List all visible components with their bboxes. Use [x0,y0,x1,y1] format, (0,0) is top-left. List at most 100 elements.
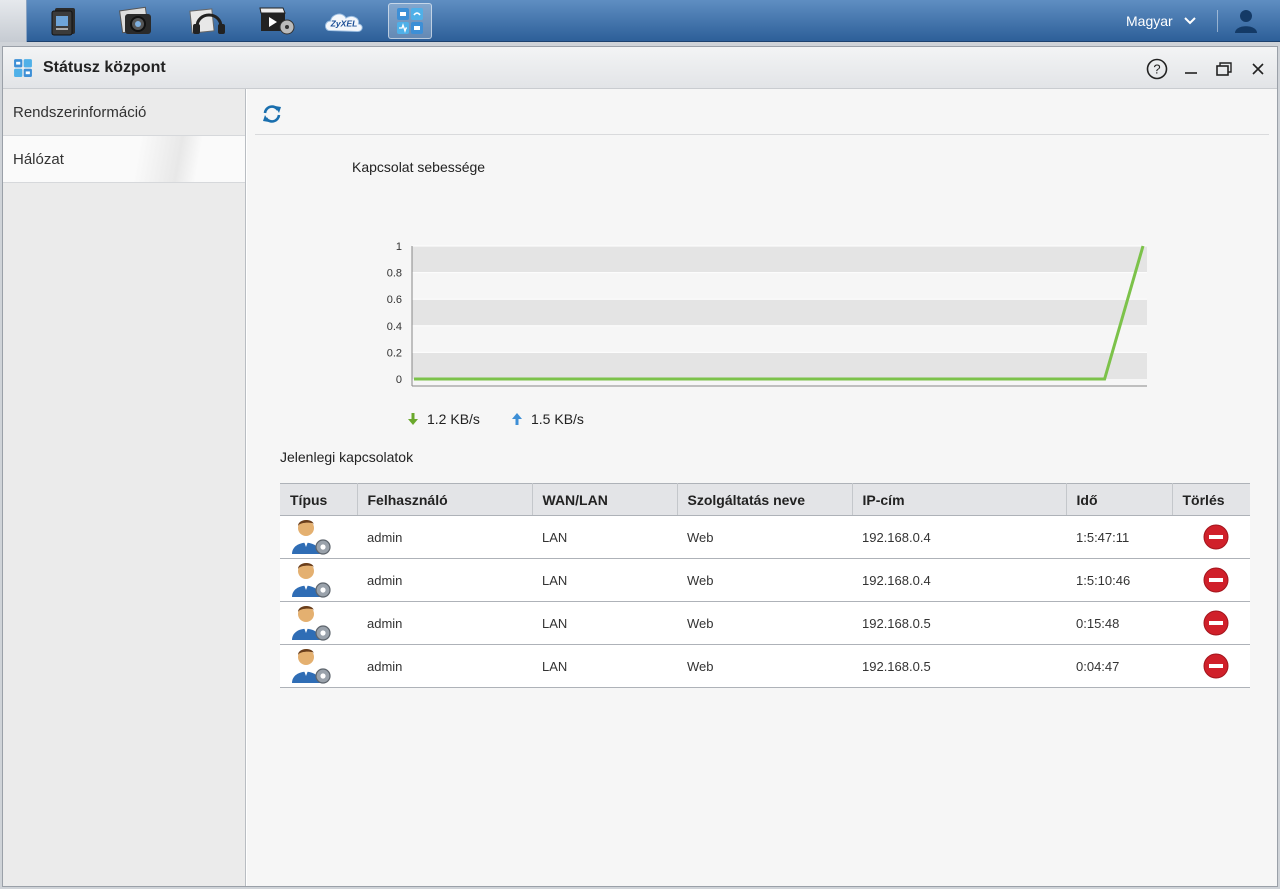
chart-y-tick-label: 0.8 [387,268,402,280]
cell-delete [1172,601,1250,645]
speed-chart: 1 0.8 0.6 0.4 0.2 0 [387,241,1147,387]
chart-y-tick-label: 0.4 [387,321,402,333]
cell-user: admin [357,515,532,559]
download-speed: 1.2 KB/s [427,411,480,427]
app-file-browser[interactable] [42,3,86,39]
language-label: Magyar [1126,13,1173,29]
chart-grid-band [412,272,1147,300]
admin-user-icon [292,648,331,684]
cell-wanlan: LAN [532,601,677,645]
app-zyxel-cloud[interactable]: ZyXEL [322,3,366,39]
cell-wanlan: LAN [532,644,677,688]
cell-user: admin [357,601,532,645]
taskbar-separator [1217,10,1218,32]
chart-y-tick-label: 0.2 [387,347,402,359]
delete-connection-icon[interactable] [1203,524,1229,550]
connections-title: Jelenlegi kapcsolatok [280,449,414,465]
column-header-time[interactable]: Idő [1066,483,1173,516]
taskbar-left-strip [0,0,27,42]
table-header-row: Típus Felhasználó WAN/LAN Szolgáltatás n… [280,483,1250,516]
minimize-button[interactable] [1180,58,1202,80]
status-center-window: Státusz központ ? Rendszerinformáció Hál… [2,46,1278,887]
toolbar [255,89,1269,135]
window-titlebar[interactable]: Státusz központ ? [3,47,1277,89]
cell-time: 1:5:10:46 [1066,558,1172,602]
svg-text:ZyXEL: ZyXEL [330,19,358,29]
maximize-button[interactable] [1213,58,1235,80]
sidebar-item-label: Hálózat [13,150,64,168]
chart-title: Kapcsolat sebessége [352,159,486,175]
cell-delete [1172,558,1250,602]
sidebar-item-network[interactable]: Hálózat [3,136,245,183]
column-header-delete[interactable]: Törlés [1172,483,1250,516]
table-row[interactable]: admin LAN Web 192.168.0.4 1:5:10:46 [280,558,1250,602]
cell-delete [1172,644,1250,688]
close-icon [1252,63,1264,75]
cell-type [280,601,357,645]
refresh-button[interactable] [259,101,285,127]
chart-grid-band [412,325,1147,353]
cell-type [280,515,357,559]
app-status-center[interactable] [388,3,432,39]
column-header-wanlan[interactable]: WAN/LAN [532,483,678,516]
sidebar: Rendszerinformáció Hálózat [3,89,246,886]
cell-service: Web [677,515,852,559]
minimize-icon [1185,72,1197,74]
main-panel: Kapcsolat sebessége 1 0.8 0.6 0.4 0.2 0 1.2 K… [247,89,1277,886]
cell-time: 0:15:48 [1066,601,1172,645]
help-icon: ? [1146,58,1168,80]
column-header-ip[interactable]: IP-cím [852,483,1067,516]
close-button[interactable] [1247,58,1269,80]
status-center-icon [397,8,423,34]
app-video[interactable] [255,3,299,39]
chart-grid-band [412,352,1147,379]
music-icon [189,8,225,34]
column-header-type[interactable]: Típus [280,483,358,516]
cell-ip: 192.168.0.5 [852,644,1066,688]
delete-connection-icon[interactable] [1203,653,1229,679]
taskbar: ZyXEL Magyar [0,0,1280,42]
sidebar-item-system-info[interactable]: Rendszerinformáció [3,89,245,136]
cell-time: 0:04:47 [1066,644,1172,688]
cell-type [280,644,357,688]
app-photo[interactable] [114,3,158,39]
delete-connection-icon[interactable] [1203,610,1229,636]
table-row[interactable]: admin LAN Web 192.168.0.4 1:5:47:11 [280,515,1250,559]
table-row[interactable]: admin LAN Web 192.168.0.5 0:04:47 [280,644,1250,688]
chart-y-tick-label: 0.6 [387,294,402,306]
cell-time: 1:5:47:11 [1066,515,1172,559]
user-icon [1235,10,1257,33]
column-header-user[interactable]: Felhasználó [357,483,533,516]
user-button[interactable] [1230,6,1262,36]
cell-user: admin [357,644,532,688]
cell-wanlan: LAN [532,558,677,602]
svg-text:?: ? [1153,62,1160,77]
delete-connection-icon[interactable] [1203,567,1229,593]
help-button[interactable]: ? [1146,58,1168,80]
download-legend: 1.2 KB/s [407,411,480,427]
cell-service: Web [677,601,852,645]
maximize-icon [1216,62,1232,76]
app-music[interactable] [185,3,229,39]
upload-legend: 1.5 KB/s [511,411,584,427]
chart-y-tick-label: 1 [396,241,402,253]
video-icon [259,7,295,35]
upload-speed: 1.5 KB/s [531,411,584,427]
connections-table: Típus Felhasználó WAN/LAN Szolgáltatás n… [280,483,1250,688]
upload-arrow-icon [512,413,522,425]
cell-delete [1172,515,1250,559]
table-row[interactable]: admin LAN Web 192.168.0.5 0:15:48 [280,601,1250,645]
status-center-icon [14,59,32,77]
admin-user-icon [292,562,331,598]
cell-ip: 192.168.0.4 [852,558,1066,602]
cell-ip: 192.168.0.5 [852,601,1066,645]
refresh-icon [263,105,281,123]
sidebar-item-label: Rendszerinformáció [13,103,147,121]
download-arrow-icon [408,413,418,425]
admin-user-icon [292,519,331,555]
column-header-service[interactable]: Szolgáltatás neve [677,483,853,516]
cell-ip: 192.168.0.4 [852,515,1066,559]
cell-service: Web [677,558,852,602]
language-selector[interactable]: Magyar [1110,0,1210,42]
file-browser-icon [51,8,75,36]
